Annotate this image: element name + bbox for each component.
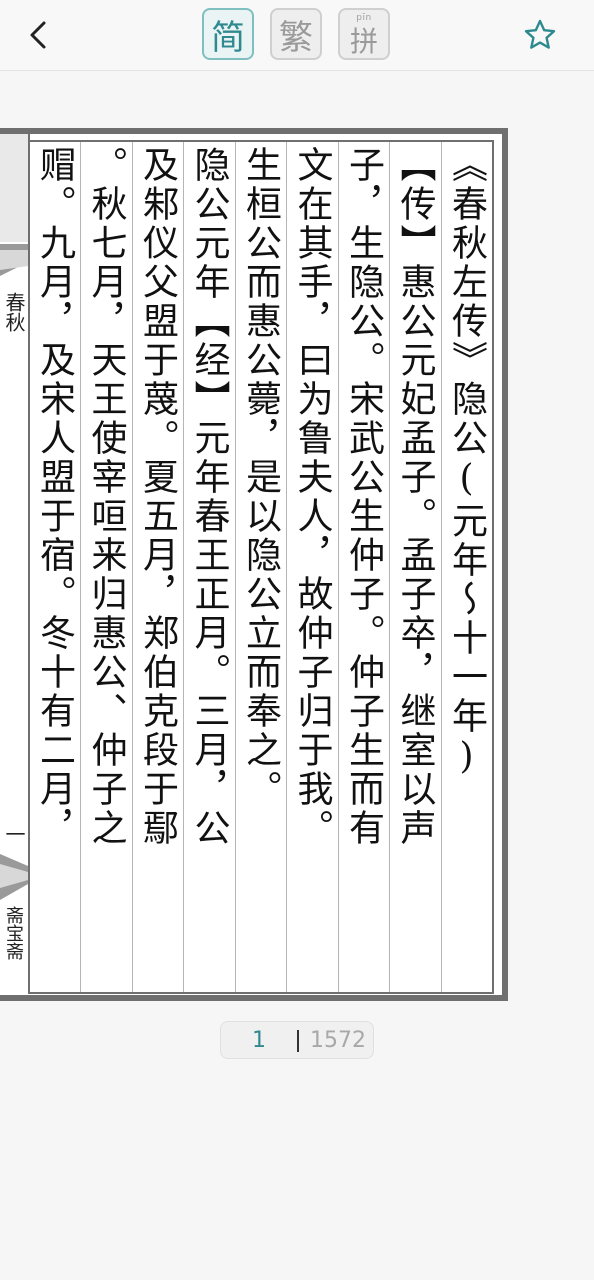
text-column: 。秋七月，天王使宰咺来归惠公、仲子之 bbox=[80, 142, 132, 992]
book-page[interactable]: 春秋 一 斋宝斋 《春秋左传》隐公(元年～十一年) 【传】惠公元妃孟子。孟子卒，… bbox=[0, 128, 508, 1001]
fishtail-bottom-icon bbox=[0, 854, 28, 900]
page-separator bbox=[297, 1030, 299, 1052]
traditional-chinese-button[interactable]: 繁 bbox=[270, 8, 322, 60]
traditional-label: 繁 bbox=[279, 17, 313, 58]
current-page-number[interactable]: 1 bbox=[221, 1022, 297, 1060]
margin-top-block bbox=[0, 134, 30, 242]
text-column: 赗。九月，及宋人盟于宿。冬十有二月， bbox=[34, 146, 75, 848]
fishtail-top-icon bbox=[0, 244, 28, 276]
chevron-left-icon[interactable] bbox=[22, 16, 56, 54]
text-column: 生桓公而惠公薨，是以隐公立而奉之。 bbox=[234, 142, 287, 992]
top-toolbar: 简 繁 pīn 拼 bbox=[0, 0, 594, 71]
pinyin-superscript: pīn bbox=[356, 13, 372, 23]
margin-page-number: 一 bbox=[2, 824, 26, 844]
text-column: 子，生隐公。宋武公生仲子。仲子生而有 bbox=[337, 142, 390, 992]
text-column: 【传】惠公元妃孟子。孟子卒，继室以声 bbox=[389, 142, 441, 992]
text-column: 及邾仪父盟于蔑。夏五月，郑伯克段于鄢 bbox=[131, 142, 184, 992]
text-column: 文在其手，曰为鲁夫人，故仲子归于我。 bbox=[286, 142, 338, 992]
pinyin-button[interactable]: pīn 拼 bbox=[338, 8, 390, 60]
text-columns: 《春秋左传》隐公(元年～十一年) 【传】惠公元妃孟子。孟子卒，继室以声 子，生隐… bbox=[30, 142, 492, 992]
star-outline-icon[interactable] bbox=[523, 18, 557, 52]
simplified-chinese-button[interactable]: 简 bbox=[202, 8, 254, 60]
page-margin: 春秋 一 斋宝斋 bbox=[0, 134, 30, 1007]
pinyin-label: 拼 bbox=[349, 25, 378, 58]
margin-publisher: 斋宝斋 bbox=[3, 906, 24, 960]
total-page-count: 1572 bbox=[310, 1028, 366, 1053]
text-column: 隐公元年【经】元年春王正月。三月，公 bbox=[183, 142, 235, 992]
text-column: 《春秋左传》隐公(元年～十一年) bbox=[440, 142, 493, 992]
simplified-label: 简 bbox=[211, 17, 245, 58]
page-indicator[interactable]: 1 1572 bbox=[220, 1021, 374, 1059]
margin-book-title: 春秋 bbox=[2, 292, 26, 332]
